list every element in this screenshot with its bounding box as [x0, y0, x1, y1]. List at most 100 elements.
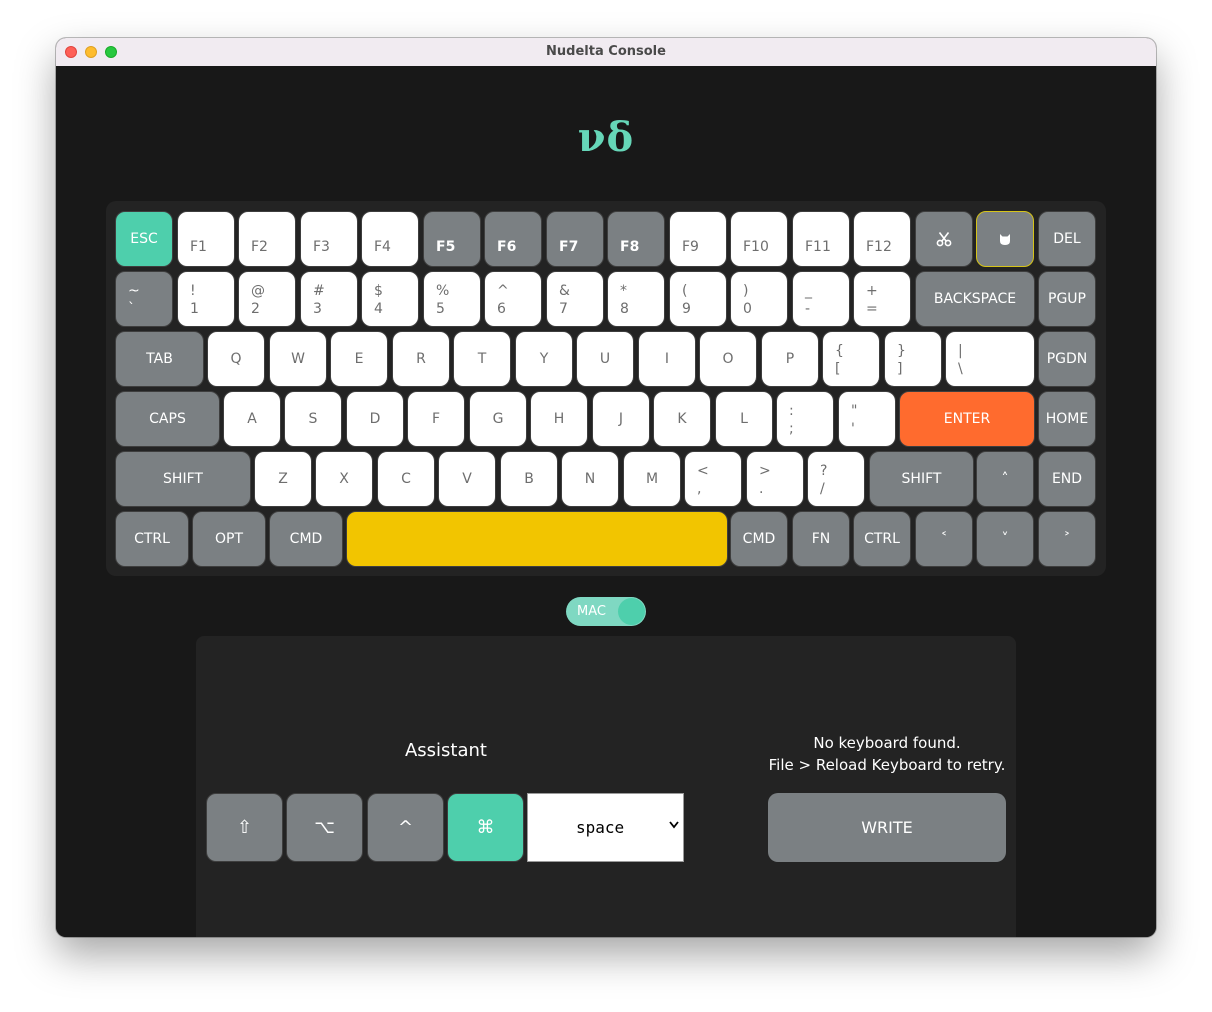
key-a[interactable]: A [223, 391, 281, 447]
key-3[interactable]: #3 [300, 271, 358, 327]
assistant-title: Assistant [404, 740, 487, 761]
key-pgdn[interactable]: PGDN [1038, 331, 1096, 387]
key-esc[interactable]: ESC [115, 211, 173, 267]
option-modifier-button[interactable]: ⌥ [286, 793, 363, 862]
key-6[interactable]: ^ 6 [484, 271, 542, 327]
key-left-ctrl[interactable]: CTRL [115, 511, 189, 567]
key-o[interactable]: O [699, 331, 757, 387]
key-7[interactable]: & 7 [546, 271, 604, 327]
key-del[interactable]: DEL [1038, 211, 1096, 267]
key-profile[interactable] [976, 211, 1034, 267]
key-m[interactable]: M [623, 451, 681, 507]
key-fn[interactable]: FN [792, 511, 850, 567]
key-f7[interactable]: F7 [546, 211, 604, 267]
key-f3[interactable]: F3 [300, 211, 358, 267]
key-slash[interactable]: ? / [807, 451, 865, 507]
mac-mode-toggle[interactable]: MAC [566, 597, 646, 626]
key-period[interactable]: >. [746, 451, 804, 507]
main-content: νδ ESC F1 F2 F3 F4 F5 F6 F7 F8 F9 F10 F1… [56, 66, 1156, 937]
shift-modifier-button[interactable]: ⇧ [206, 793, 283, 862]
key-s[interactable]: S [284, 391, 342, 447]
key-f8[interactable]: F8 [607, 211, 665, 267]
key-caps[interactable]: CAPS [115, 391, 220, 447]
key-r[interactable]: R [392, 331, 450, 387]
key-e[interactable]: E [330, 331, 388, 387]
key-2[interactable]: @2 [238, 271, 296, 327]
key-p[interactable]: P [761, 331, 819, 387]
key-tools[interactable] [915, 211, 973, 267]
key-q[interactable]: Q [207, 331, 265, 387]
key-opt[interactable]: OPT [192, 511, 266, 567]
key-y[interactable]: Y [515, 331, 573, 387]
key-semicolon[interactable]: :; [776, 391, 834, 447]
key-arrow-right[interactable]: ˃ [1038, 511, 1096, 567]
key-z[interactable]: Z [254, 451, 312, 507]
key-1[interactable]: ! 1 [177, 271, 235, 327]
key-f12[interactable]: F12 [853, 211, 911, 267]
key-9[interactable]: (9 [669, 271, 727, 327]
key-h[interactable]: H [530, 391, 588, 447]
key-f11[interactable]: F11 [792, 211, 850, 267]
key-8[interactable]: * 8 [607, 271, 665, 327]
key-j[interactable]: J [592, 391, 650, 447]
key-f[interactable]: F [407, 391, 465, 447]
select-value: space [576, 818, 625, 837]
key-enter[interactable]: ENTER [899, 391, 1035, 447]
key-home[interactable]: HOME [1038, 391, 1096, 447]
key-right-cmd[interactable]: CMD [730, 511, 788, 567]
key-b[interactable]: B [500, 451, 558, 507]
key-comma[interactable]: <, [684, 451, 742, 507]
key-grave[interactable]: ~ ` [115, 271, 173, 327]
key-f5[interactable]: F5 [423, 211, 481, 267]
key-k[interactable]: K [653, 391, 711, 447]
key-pgup[interactable]: PGUP [1038, 271, 1096, 327]
key-arrow-down[interactable]: ˅ [976, 511, 1034, 567]
key-w[interactable]: W [269, 331, 327, 387]
key-x[interactable]: X [315, 451, 373, 507]
assistant-key-select[interactable]: space [527, 793, 684, 862]
key-left-bracket[interactable]: {[ [822, 331, 880, 387]
control-modifier-button[interactable]: ^ [367, 793, 444, 862]
key-right-shift[interactable]: SHIFT [869, 451, 974, 507]
key-g[interactable]: G [469, 391, 527, 447]
key-backslash[interactable]: | \ [945, 331, 1035, 387]
key-f2[interactable]: F2 [238, 211, 296, 267]
key-0[interactable]: ) 0 [730, 271, 788, 327]
key-u[interactable]: U [576, 331, 634, 387]
key-l[interactable]: L [715, 391, 773, 447]
key-left-shift[interactable]: SHIFT [115, 451, 251, 507]
key-left-cmd[interactable]: CMD [269, 511, 343, 567]
key-i[interactable]: I [638, 331, 696, 387]
key-f4[interactable]: F4 [361, 211, 419, 267]
key-c[interactable]: C [377, 451, 435, 507]
key-equals[interactable]: + = [853, 271, 911, 327]
key-d[interactable]: D [346, 391, 404, 447]
key-f6[interactable]: F6 [484, 211, 542, 267]
key-t[interactable]: T [453, 331, 511, 387]
assistant-panel: Assistant ⇧ ⌥ ^ ⌘ space No keyboard foun… [196, 636, 1016, 937]
chevron-down-icon [669, 817, 679, 833]
key-4[interactable]: $4 [361, 271, 419, 327]
key-tab[interactable]: TAB [115, 331, 204, 387]
key-v[interactable]: V [438, 451, 496, 507]
key-quote[interactable]: " ' [838, 391, 896, 447]
key-f9[interactable]: F9 [669, 211, 727, 267]
key-minus[interactable]: _ - [792, 271, 850, 327]
key-end[interactable]: END [1038, 451, 1096, 507]
key-f1[interactable]: F1 [177, 211, 235, 267]
key-n[interactable]: N [561, 451, 619, 507]
key-f10[interactable]: F10 [730, 211, 788, 267]
write-button[interactable]: WRITE [768, 793, 1006, 862]
key-right-ctrl[interactable]: CTRL [853, 511, 911, 567]
app-window: Nudelta Console νδ ESC F1 F2 F3 F4 F5 F6… [56, 38, 1156, 937]
key-space[interactable] [346, 511, 728, 567]
key-right-bracket[interactable]: }] [884, 331, 942, 387]
key-5[interactable]: % 5 [423, 271, 481, 327]
key-arrow-up[interactable]: ˄ [976, 451, 1034, 507]
key-arrow-left[interactable]: ˂ [915, 511, 973, 567]
option-icon: ⌥ [314, 817, 335, 838]
command-modifier-button[interactable]: ⌘ [447, 793, 524, 862]
key-backspace[interactable]: BACKSPACE [915, 271, 1035, 327]
arrow-left-icon: ˂ [940, 531, 948, 547]
command-icon: ⌘ [476, 817, 495, 838]
